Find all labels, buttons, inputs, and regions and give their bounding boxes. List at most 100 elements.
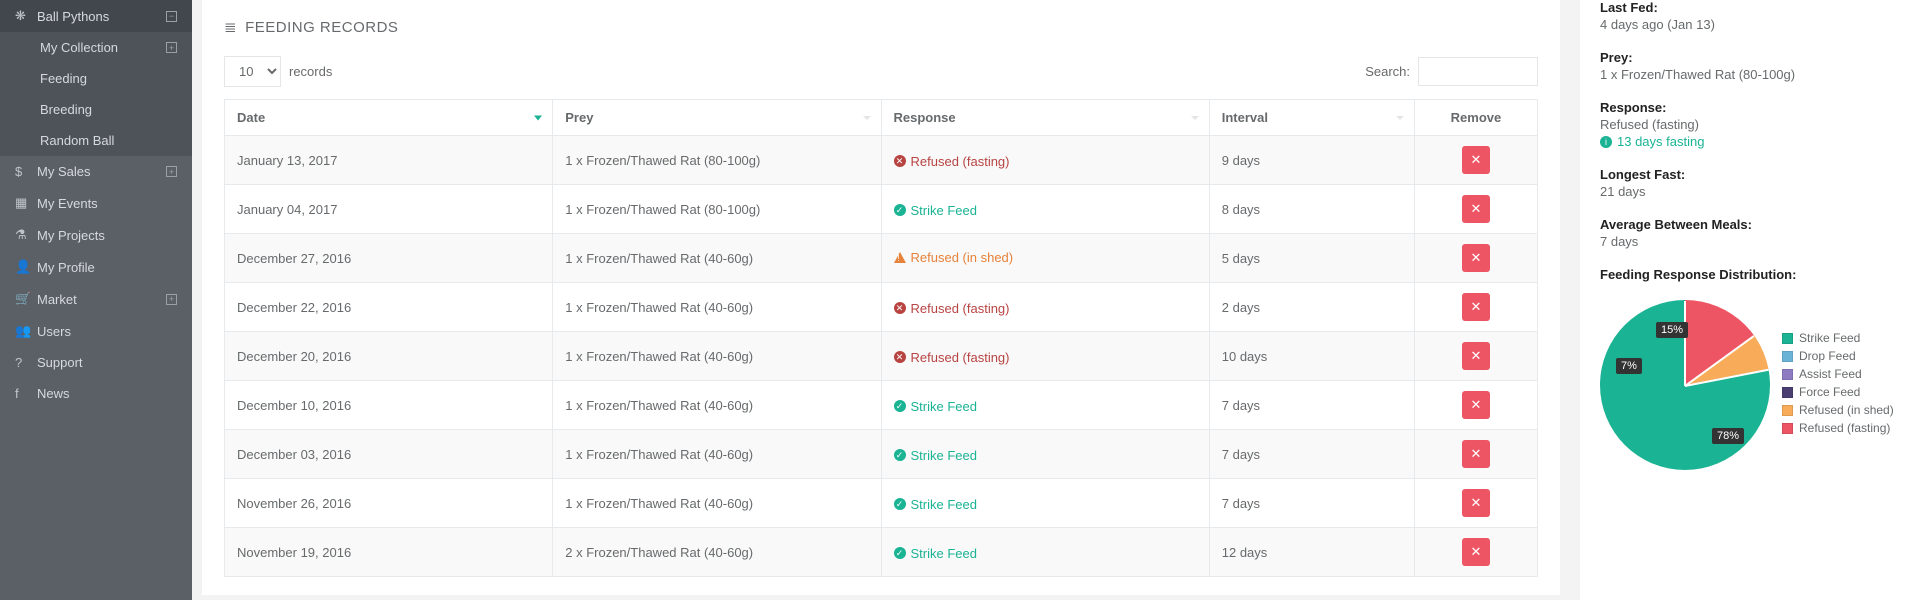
fasting-days-text: 13 days fasting	[1617, 134, 1704, 149]
table-row: November 26, 20161 x Frozen/Thawed Rat (…	[225, 479, 1538, 528]
col-prey[interactable]: Prey	[553, 100, 881, 136]
cell-date: December 03, 2016	[225, 430, 553, 479]
sidebar-item-label: My Events	[37, 196, 177, 211]
cell-response: ✓Strike Feed	[881, 185, 1209, 234]
sidebar-item-random-ball[interactable]: Random Ball	[0, 125, 192, 156]
info-icon: i	[1600, 136, 1612, 148]
feeding-table: Date Prey Response Interval Remove Janua…	[224, 99, 1538, 577]
col-interval[interactable]: Interval	[1209, 100, 1414, 136]
legend-swatch	[1782, 387, 1793, 398]
remove-button[interactable]: ✕	[1462, 146, 1490, 174]
cell-date: December 27, 2016	[225, 234, 553, 283]
sidebar-item-breeding[interactable]: Breeding	[0, 94, 192, 125]
page-size-select[interactable]: 10	[224, 56, 281, 87]
cell-prey: 1 x Frozen/Thawed Rat (40-60g)	[553, 381, 881, 430]
check-circle-icon: ✓	[894, 449, 906, 461]
cell-prey: 1 x Frozen/Thawed Rat (40-60g)	[553, 283, 881, 332]
sidebar-item-label: Random Ball	[40, 133, 177, 148]
help-icon: ?	[15, 355, 37, 370]
sidebar-item-my-collection[interactable]: My Collection+	[0, 32, 192, 63]
cell-interval: 10 days	[1209, 332, 1414, 381]
sidebar-item-my-projects[interactable]: ⚗My Projects	[0, 219, 192, 251]
times-circle-icon: ✕	[894, 351, 906, 363]
cell-interval: 12 days	[1209, 528, 1414, 577]
remove-button[interactable]: ✕	[1462, 391, 1490, 419]
col-response[interactable]: Response	[881, 100, 1209, 136]
paw-icon: ❋	[15, 8, 37, 24]
cell-prey: 1 x Frozen/Thawed Rat (80-100g)	[553, 185, 881, 234]
legend-item[interactable]: Strike Feed	[1782, 331, 1894, 345]
pie-chart: 15% 7% 78%	[1600, 300, 1770, 470]
legend-item[interactable]: Drop Feed	[1782, 349, 1894, 363]
sidebar-item-my-events[interactable]: ▦My Events	[0, 187, 192, 219]
page-size-control: 10 records	[224, 56, 332, 87]
sidebar-item-my-sales[interactable]: $My Sales+	[0, 156, 192, 187]
response-value: Refused (fasting)	[1600, 117, 1900, 132]
remove-button[interactable]: ✕	[1462, 195, 1490, 223]
remove-button[interactable]: ✕	[1462, 293, 1490, 321]
legend-label: Strike Feed	[1799, 331, 1860, 345]
col-date[interactable]: Date	[225, 100, 553, 136]
sidebar-item-label: My Profile	[37, 260, 177, 275]
sidebar-item-news[interactable]: fNews	[0, 378, 192, 409]
last-fed-value: 4 days ago (Jan 13)	[1600, 17, 1900, 32]
sidebar-item-label: Breeding	[40, 102, 177, 117]
cell-interval: 8 days	[1209, 185, 1414, 234]
cell-response: ✓ Strike Feed	[881, 430, 1209, 479]
remove-button[interactable]: ✕	[1462, 244, 1490, 272]
sidebar-item-label: Market	[37, 292, 166, 307]
cell-remove: ✕	[1414, 528, 1537, 577]
longest-fast-value: 21 days	[1600, 184, 1900, 199]
legend-swatch	[1782, 405, 1793, 416]
table-row: January 04, 20171 x Frozen/Thawed Rat (8…	[225, 185, 1538, 234]
table-row: December 20, 20161 x Frozen/Thawed Rat (…	[225, 332, 1538, 381]
response-text: Refused (fasting)	[911, 154, 1010, 169]
fasting-days-link[interactable]: i 13 days fasting	[1600, 134, 1704, 149]
avg-value: 7 days	[1600, 234, 1900, 249]
sidebar-item-support[interactable]: ?Support	[0, 347, 192, 378]
cell-date: December 20, 2016	[225, 332, 553, 381]
table-row: December 27, 20161 x Frozen/Thawed Rat (…	[225, 234, 1538, 283]
cell-prey: 1 x Frozen/Thawed Rat (40-60g)	[553, 430, 881, 479]
chart-legend: Strike Feed Drop Feed Assist Feed Force Fee…	[1782, 331, 1894, 439]
sidebar-item-market[interactable]: 🛒Market+	[0, 283, 192, 315]
check-circle-icon: ✓	[894, 204, 906, 216]
col-remove: Remove	[1414, 100, 1537, 136]
warning-icon	[894, 252, 906, 263]
legend-swatch	[1782, 351, 1793, 362]
sidebar-item-feeding[interactable]: Feeding	[0, 63, 192, 94]
collapse-icon[interactable]: −	[166, 11, 177, 22]
expand-icon[interactable]: +	[166, 294, 177, 305]
response-text: Strike Feed	[911, 546, 977, 561]
cell-remove: ✕	[1414, 185, 1537, 234]
cell-prey: 1 x Frozen/Thawed Rat (40-60g)	[553, 479, 881, 528]
legend-item[interactable]: Refused (in shed)	[1782, 403, 1894, 417]
expand-icon[interactable]: +	[166, 42, 177, 53]
expand-icon[interactable]: +	[166, 166, 177, 177]
legend-item[interactable]: Assist Feed	[1782, 367, 1894, 381]
remove-button[interactable]: ✕	[1462, 440, 1490, 468]
cell-interval: 5 days	[1209, 234, 1414, 283]
table-row: December 10, 20161 x Frozen/Thawed Rat (…	[225, 381, 1538, 430]
main-content: ≣ FEEDING RECORDS 10 records Search:	[192, 0, 1580, 600]
sidebar-item-ball-pythons[interactable]: ❋Ball Pythons−	[0, 0, 192, 32]
distribution-label: Feeding Response Distribution:	[1600, 267, 1900, 282]
cell-date: December 22, 2016	[225, 283, 553, 332]
legend-item[interactable]: Refused (fasting)	[1782, 421, 1894, 435]
response-label: Response:	[1600, 100, 1900, 115]
response-text: Strike Feed	[911, 448, 977, 463]
remove-button[interactable]: ✕	[1462, 489, 1490, 517]
list-icon: ≣	[224, 18, 237, 36]
last-fed-label: Last Fed:	[1600, 0, 1900, 15]
sidebar: ❋Ball Pythons−My Collection+Feeding Breed…	[0, 0, 192, 600]
search-input[interactable]	[1418, 57, 1538, 86]
cell-date: December 10, 2016	[225, 381, 553, 430]
panel-title-text: FEEDING RECORDS	[245, 19, 398, 36]
sidebar-item-users[interactable]: 👥Users	[0, 315, 192, 347]
summary-sidebar: Last Fed: 4 days ago (Jan 13) Prey: 1 x …	[1580, 0, 1920, 600]
remove-button[interactable]: ✕	[1462, 538, 1490, 566]
feeding-records-panel: ≣ FEEDING RECORDS 10 records Search:	[202, 0, 1560, 595]
sidebar-item-my-profile[interactable]: 👤My Profile	[0, 251, 192, 283]
legend-item[interactable]: Force Feed	[1782, 385, 1894, 399]
remove-button[interactable]: ✕	[1462, 342, 1490, 370]
